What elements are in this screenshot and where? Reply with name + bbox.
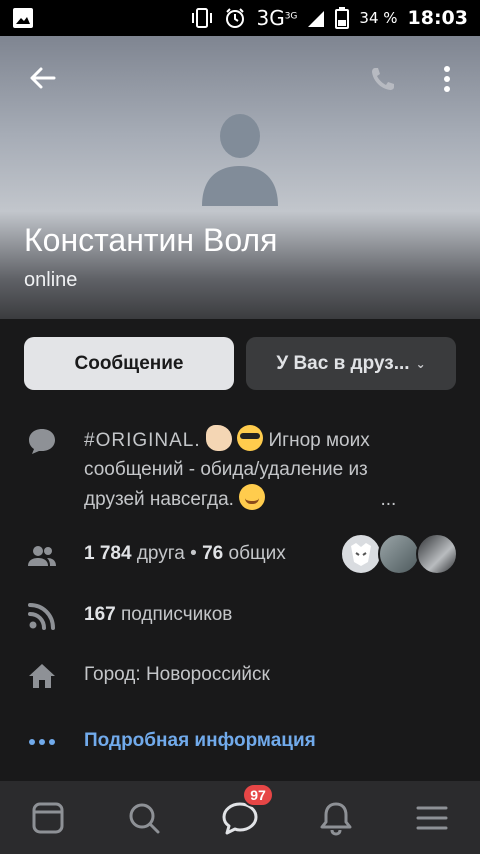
- alarm-icon: [226, 8, 245, 28]
- image-icon: [13, 8, 33, 28]
- nav-messages[interactable]: 97: [220, 782, 274, 838]
- bio-line-3: друзей навсегда.: [84, 489, 234, 510]
- network-type: 3G3G: [256, 6, 298, 30]
- bottom-navigation: 97: [0, 781, 480, 854]
- notifications-icon: [320, 802, 352, 836]
- top-bar: [0, 56, 480, 102]
- friend-avatar-2[interactable]: [378, 533, 420, 575]
- bio-line-2: сообщений - обида/удаление из: [84, 459, 368, 480]
- smile-emoji-icon: [239, 484, 266, 510]
- home-icon: [29, 664, 55, 688]
- friend-avatar-3[interactable]: [416, 533, 458, 575]
- rss-icon: [28, 603, 55, 630]
- message-button-label: Сообщение: [74, 352, 184, 374]
- details-link[interactable]: Подробная информация: [84, 730, 316, 752]
- nav-notifications[interactable]: [316, 798, 356, 838]
- sunglasses-emoji-icon: [237, 425, 264, 451]
- more-vertical-icon: [444, 66, 450, 92]
- friend-status-button[interactable]: У Вас в друз... ⌄: [246, 337, 456, 390]
- status-bar: 3G3G 34 % 18:03: [0, 0, 480, 36]
- subscribers-count[interactable]: 167 подписчиков: [84, 604, 232, 626]
- nav-news[interactable]: [28, 798, 68, 838]
- more-options-button[interactable]: [434, 62, 460, 96]
- friend-avatar-1[interactable]: [340, 533, 382, 575]
- bio-line-1: Игнор моих: [268, 430, 370, 451]
- nav-menu[interactable]: [412, 798, 452, 838]
- bio-ellipsis: ...: [380, 489, 397, 510]
- back-arrow-icon: [30, 67, 56, 89]
- more-horizontal-icon: [29, 739, 55, 745]
- back-button[interactable]: [24, 60, 60, 96]
- online-status: online: [24, 269, 78, 291]
- menu-icon: [416, 806, 448, 829]
- chevron-down-icon: ⌄: [415, 356, 426, 371]
- friends-count[interactable]: 1 784 друга • 76 общих: [84, 543, 286, 565]
- speech-bubble-icon: [29, 429, 55, 454]
- friend-status-label: У Вас в друз...: [276, 352, 410, 374]
- vibrate-icon: [192, 8, 213, 28]
- profile-header: Константин Воля online: [0, 36, 480, 319]
- phone-icon: [372, 68, 394, 90]
- nav-search[interactable]: [124, 798, 164, 838]
- signal-icon: [308, 11, 325, 27]
- clock: 18:03: [407, 7, 468, 29]
- city-label: Город: Новороссийск: [84, 664, 270, 685]
- avatar-placeholder-icon[interactable]: [200, 114, 280, 206]
- search-icon: [129, 803, 160, 833]
- bio-tag: #ORIGINAL.: [84, 430, 201, 451]
- bio-status[interactable]: #ORIGINAL. Игнор моих сообщений - обида/…: [84, 425, 444, 514]
- messages-badge: 97: [242, 782, 274, 807]
- friends-icon: [28, 546, 56, 566]
- call-button[interactable]: [366, 62, 400, 96]
- hand-emoji-icon: [205, 425, 232, 451]
- battery-icon: [335, 7, 350, 29]
- battery-percent: 34 %: [359, 9, 398, 27]
- news-icon: [32, 802, 64, 833]
- profile-name: Константин Воля: [24, 222, 278, 258]
- message-button[interactable]: Сообщение: [24, 337, 234, 390]
